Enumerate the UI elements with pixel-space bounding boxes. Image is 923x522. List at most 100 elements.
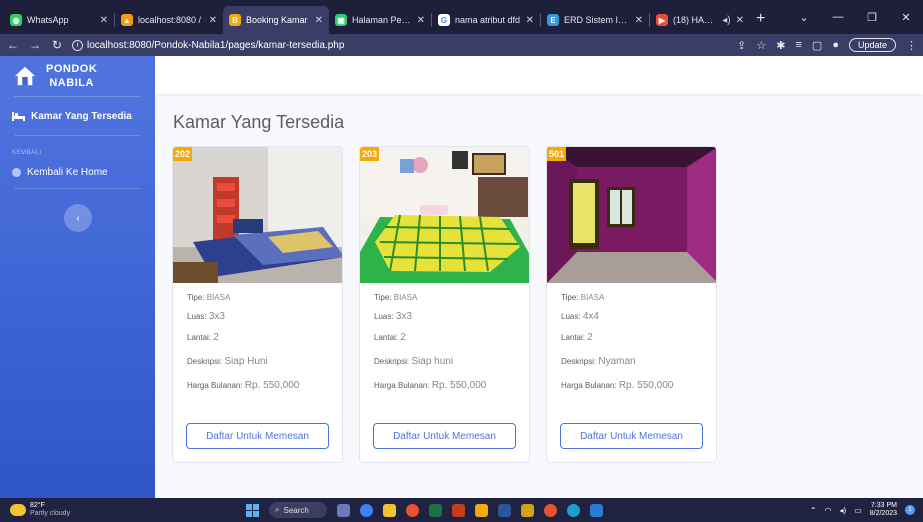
room-details: Tipe: BIASA Luas: 3x3 Lantai: 2 Deskrips… (374, 293, 524, 391)
tab-phpmyadmin[interactable]: ▲ localhost:8080 / ✕ (115, 6, 223, 34)
room-description: Deskripsi: Nyaman (561, 356, 711, 367)
task-view-icon[interactable] (337, 503, 350, 517)
book-room-button[interactable]: Daftar Untuk Memesan (373, 423, 516, 449)
field-value: BIASA (580, 293, 605, 302)
room-details: Tipe: BIASA Luas: 4x4 Lantai: 2 Deskrips… (561, 293, 711, 391)
update-button[interactable]: Update (848, 38, 896, 52)
vscode-icon[interactable] (590, 503, 603, 517)
taskbar-apps: ⌕ Search (246, 502, 603, 518)
tab-erd[interactable]: E ERD Sistem Infor ✕ (541, 6, 649, 34)
battery-icon[interactable]: ▭ (854, 506, 862, 515)
screen: ◉ WhatsApp ✕ ▲ localhost:8080 / ✕ B Book… (0, 0, 923, 522)
partly-cloudy-icon (10, 504, 26, 516)
powerpoint-icon[interactable] (452, 503, 465, 517)
side-panel-icon[interactable]: ▢ (812, 39, 822, 52)
field-value: 2 (400, 332, 406, 343)
close-icon[interactable]: ✕ (315, 15, 323, 26)
room-size: Luas: 3x3 (374, 311, 524, 322)
xampp-icon[interactable] (475, 503, 488, 517)
room-floor: Lantai: 2 (187, 332, 337, 343)
sidebar-item-label: Kamar Yang Tersedia (31, 110, 132, 122)
close-icon[interactable]: ✕ (417, 15, 425, 26)
app-icon[interactable] (521, 503, 534, 517)
field-label: Deskripsi: (374, 357, 410, 366)
chrome-icon[interactable] (406, 503, 419, 517)
sidebar-item-kembali-home[interactable]: Kembali Ke Home (0, 156, 155, 188)
info-icon[interactable]: i (72, 39, 83, 51)
youtube-icon: ▶ (656, 14, 668, 26)
field-value: 3x3 (208, 311, 225, 322)
close-icon[interactable]: ✕ (526, 15, 534, 26)
reading-list-icon[interactable]: ≡ (795, 39, 801, 51)
weather-widget[interactable]: 82°F Partly cloudy (0, 502, 150, 518)
main-content: Kamar Yang Tersedia 202 Tipe: BIASA Luas… (155, 56, 923, 498)
field-value: Nyaman (598, 356, 636, 367)
clock-date: 8/2/2023 (869, 510, 897, 517)
room-price: Harga Bulanan: Rp. 550,000 (374, 380, 524, 391)
brand-name: PONDOK NABILA (46, 62, 97, 90)
menu-kebab-icon[interactable]: ⋮ (906, 39, 917, 52)
sidebar-toggle-button[interactable]: ‹ (64, 204, 92, 232)
tab-whatsapp[interactable]: ◉ WhatsApp ✕ (4, 6, 114, 34)
close-icon[interactable]: ✕ (100, 15, 108, 26)
close-window-button[interactable]: ✕ (889, 11, 923, 24)
field-label: Harga Bulanan: (561, 381, 617, 390)
extensions-icon[interactable]: ✱ (776, 39, 785, 52)
room-type: Tipe: BIASA (374, 293, 524, 302)
url-field[interactable]: i localhost:8080/Pondok-Nabila1/pages/ka… (72, 39, 729, 51)
maximize-button[interactable]: ❐ (855, 11, 889, 24)
excel-icon[interactable] (429, 503, 442, 517)
sidebar-item-label: Kembali Ke Home (27, 166, 108, 178)
file-explorer-icon[interactable] (383, 503, 396, 517)
browser-tab-strip: ◉ WhatsApp ✕ ▲ localhost:8080 / ✕ B Book… (0, 0, 923, 34)
sidebar: PONDOK NABILA Kamar Yang Tersedia KEMBAL… (0, 56, 155, 498)
volume-icon[interactable]: ◂) (840, 506, 847, 515)
tab-google[interactable]: G nama atribut dfd ✕ (432, 6, 540, 34)
sidebar-divider (14, 188, 141, 189)
url-text: localhost:8080/Pondok-Nabila1/pages/kama… (87, 39, 345, 51)
clock[interactable]: 7:33 PM 8/2/2023 (870, 502, 897, 518)
field-label: Tipe: (187, 293, 205, 302)
room-image-203 (360, 147, 529, 283)
field-label: Lantai: (561, 333, 586, 342)
new-tab-button[interactable]: + (750, 10, 771, 34)
google-icon: G (438, 14, 450, 26)
chrome-profile-icon[interactable] (544, 503, 557, 517)
profile-avatar-icon[interactable]: ● (832, 39, 839, 51)
chevron-up-icon[interactable]: ⌃ (810, 506, 817, 515)
chat-icon[interactable] (360, 503, 373, 517)
field-label: Deskripsi: (561, 357, 597, 366)
tab-search-icon[interactable]: ⌄ (787, 11, 821, 24)
tab-halaman[interactable]: ▣ Halaman Penghu ✕ (329, 6, 431, 34)
share-icon[interactable]: ⇪ (737, 39, 746, 52)
tab-booking-kamar[interactable]: B Booking Kamar ✕ (223, 6, 329, 34)
field-value: 4x4 (582, 311, 599, 322)
tab-youtube[interactable]: ▶ (18) HAPPY / ◂) ✕ (650, 6, 750, 34)
sidebar-brand[interactable]: PONDOK NABILA (0, 56, 155, 94)
sidebar-item-kamar-tersedia[interactable]: Kamar Yang Tersedia (0, 97, 155, 135)
back-icon[interactable]: ← (6, 38, 20, 52)
bookmark-star-icon[interactable]: ☆ (756, 39, 766, 52)
room-type: Tipe: BIASA (561, 293, 711, 302)
home-circle-icon (12, 167, 21, 177)
windows-start-icon[interactable] (246, 503, 259, 517)
close-icon[interactable]: ✕ (209, 15, 217, 26)
book-room-button[interactable]: Daftar Untuk Memesan (560, 423, 703, 449)
notification-badge[interactable]: 1 (905, 505, 915, 515)
book-room-button[interactable]: Daftar Untuk Memesan (186, 423, 329, 449)
close-icon[interactable]: ✕ (736, 15, 744, 26)
field-label: Harga Bulanan: (187, 381, 243, 390)
docs-icon: E (547, 14, 559, 26)
wifi-icon[interactable]: ◠ (825, 506, 832, 515)
close-icon[interactable]: ✕ (635, 15, 643, 26)
word-icon[interactable] (498, 503, 511, 517)
edge-icon[interactable] (567, 503, 580, 517)
weather-condition: Partly cloudy (30, 510, 71, 517)
field-value: 2 (213, 332, 219, 343)
reload-icon[interactable]: ↻ (50, 38, 64, 52)
minimize-button[interactable]: — (821, 11, 855, 23)
forward-icon[interactable]: → (28, 38, 42, 52)
room-photo: 202 (173, 147, 342, 283)
taskbar-search[interactable]: ⌕ Search (269, 502, 327, 518)
room-photo: 203 (360, 147, 529, 283)
